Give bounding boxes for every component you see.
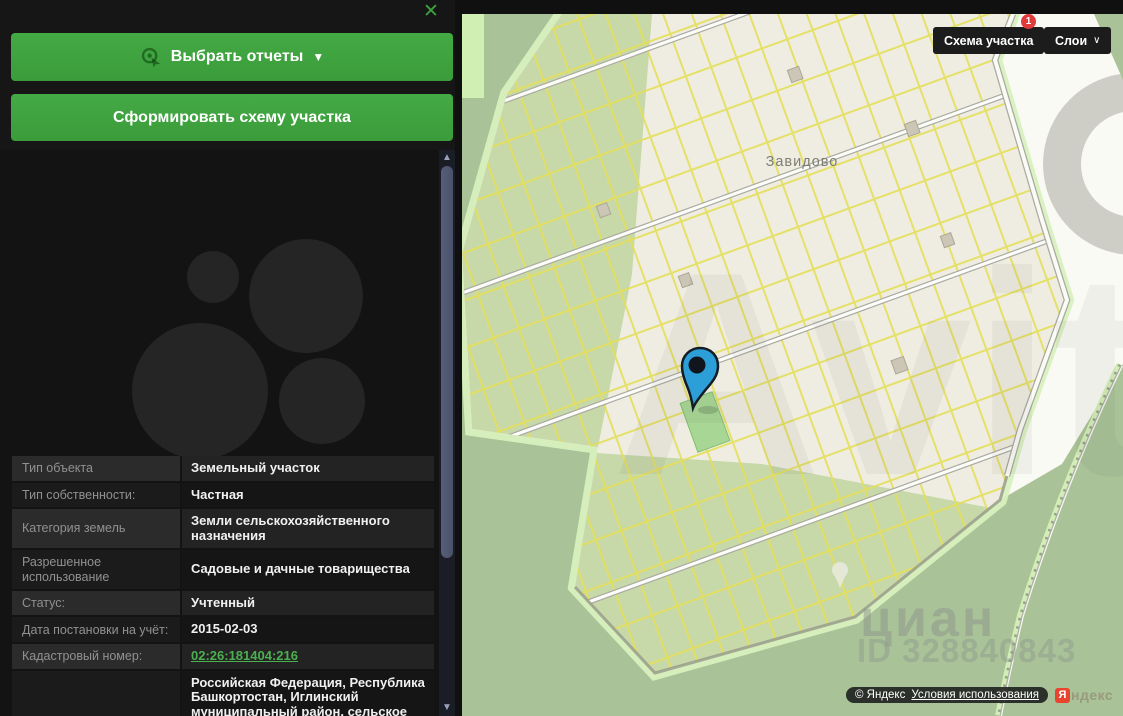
field-label: Разрешенное использование [12, 550, 180, 589]
cadastral-number-link[interactable]: 02:26:181404:216 [182, 644, 434, 669]
select-reports-label: Выбрать отчеты [170, 48, 304, 65]
terms-of-use-link[interactable]: Условия использования [911, 689, 1039, 701]
field-value: Учтенный [182, 590, 434, 616]
field-row: Тип объекта Земельный участок [12, 456, 434, 481]
field-row: Тип собственности: Частная [12, 482, 434, 508]
dropdown-caret-icon: ▼ [312, 50, 325, 64]
avito-watermark-circle [279, 358, 365, 444]
cadastral-viewer: ✕ Выбрать отчеты ▼ Сформировать схему уч… [0, 0, 1123, 716]
field-label: Кадастровый номер: [12, 644, 180, 669]
field-label: Тип объекта [12, 456, 180, 481]
scroll-down-icon[interactable]: ▼ [439, 701, 455, 715]
layers-label: Слои [1055, 33, 1088, 48]
select-reports-button[interactable]: Выбрать отчеты ▼ [11, 33, 453, 81]
generate-scheme-button[interactable]: Сформировать схему участка [11, 94, 453, 141]
scheme-tab-button[interactable]: Схема участка [933, 27, 1045, 54]
notification-badge: 1 [1021, 14, 1036, 29]
field-label: Дата постановки на учёт: [12, 617, 180, 643]
panel-scrollbar[interactable]: ▲ ▼ [439, 150, 455, 716]
map-attribution: © Яндекс Условия использования Я ндекс [846, 687, 1113, 703]
close-icon[interactable]: ✕ [420, 1, 442, 23]
yandex-logo-initial: Я [1054, 687, 1070, 703]
light-green-patch [462, 14, 484, 98]
field-row: Дата постановки на учёт: 2015-02-03 [12, 617, 434, 643]
field-value: Земли сельскохозяйственного назначения [182, 509, 434, 549]
field-label: Тип собственности: [12, 482, 180, 508]
field-label: Категория земель [12, 509, 180, 549]
field-value: Садовые и дачные товарищества [182, 550, 434, 589]
field-label: Статус: [12, 590, 180, 616]
field-row: Статус: Учтенный [12, 590, 434, 616]
field-row: АдресРоссийская Федерация, Республика Ба… [12, 670, 434, 716]
field-row: Кадастровый номер: 02:26:181404:216 [12, 644, 434, 669]
panel-scroll-area: Тип объекта Земельный участок Тип собствен… [0, 150, 439, 716]
avito-watermark-circle [249, 239, 363, 353]
field-value: 2015-02-03 [182, 617, 434, 643]
property-table: Тип объекта Земельный участок Тип собствен… [12, 456, 434, 716]
field-value: Земельный участок [182, 456, 434, 481]
field-row: Категория земель Земли сельскохозяйственн… [12, 509, 434, 549]
target-cursor-icon [140, 46, 162, 68]
listing-id-watermark: ID 328840843 [857, 632, 1076, 669]
field-value: Частная [182, 482, 434, 508]
field-label: Адрес [12, 670, 180, 716]
yandex-logo: Я ндекс [1054, 687, 1114, 703]
property-panel: ✕ Выбрать отчеты ▼ Сформировать схему уч… [0, 0, 455, 716]
avito-watermark-circle [187, 251, 239, 303]
layers-button[interactable]: Слои ∨ [1044, 27, 1112, 54]
place-label: Завидово [766, 154, 839, 170]
field-row: Разрешенное использование Садовые и дачны… [12, 550, 434, 589]
avito-watermark-circle [132, 323, 268, 459]
scroll-up-icon[interactable]: ▲ [439, 151, 455, 165]
field-value: Российская Федерация, Республика Башкорт… [182, 670, 434, 716]
yandex-logo-rest: ндекс [1070, 687, 1114, 703]
generate-scheme-label: Сформировать схему участка [113, 108, 351, 126]
map-canvas[interactable]: Avito Завидово циан ID 328840843 [462, 14, 1123, 716]
scrollbar-thumb[interactable] [441, 166, 453, 558]
copyright-text: © Яндекс [855, 689, 906, 701]
scheme-tab-label: Схема участка [944, 33, 1034, 48]
chevron-down-icon: ∨ [1093, 35, 1101, 46]
